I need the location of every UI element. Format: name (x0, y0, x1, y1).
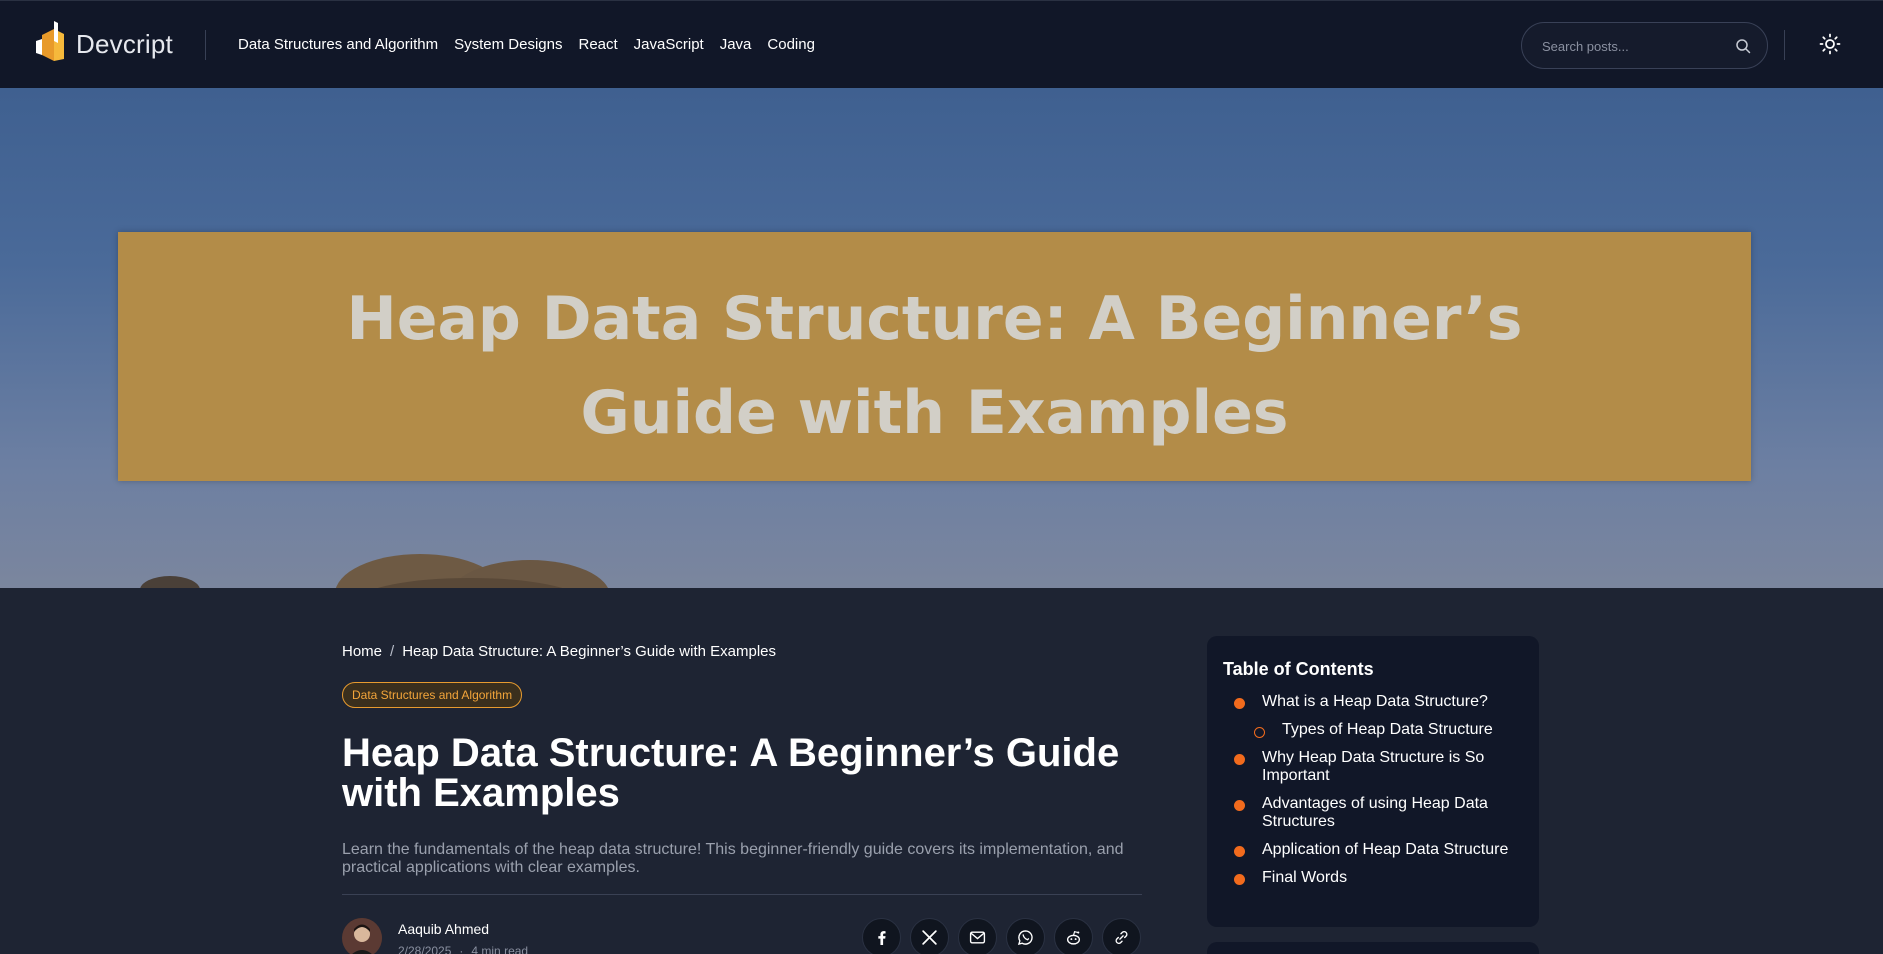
nav-link-javascript[interactable]: JavaScript (634, 36, 704, 53)
toc-list: What is a Heap Data Structure? Types of … (1207, 693, 1539, 897)
share-buttons (862, 918, 1141, 954)
hero-banner: Heap Data Structure: A Beginner’s Guide … (118, 232, 1751, 481)
divider (342, 894, 1142, 895)
mail-icon (969, 931, 986, 944)
breadcrumb-home[interactable]: Home (342, 643, 382, 660)
reddit-icon (1066, 930, 1081, 945)
avatar[interactable] (342, 918, 382, 954)
devcript-logo-icon (36, 21, 64, 61)
toc-item[interactable]: Types of Heap Data Structure (1207, 721, 1539, 739)
hero-banner-title: Heap Data Structure: A Beginner’s Guide … (346, 284, 1523, 448)
search-box (1521, 22, 1768, 69)
author-meta: 2/28/2025 · 4 min read (398, 944, 528, 954)
whatsapp-icon (1017, 930, 1033, 946)
share-link-button[interactable] (1102, 918, 1141, 954)
site-logo[interactable]: Devcript (36, 21, 173, 67)
sidebar-card (1207, 942, 1539, 954)
site-header: Devcript Data Structures and Algorithm S… (0, 0, 1883, 88)
breadcrumb-separator: / (390, 643, 395, 660)
facebook-icon (878, 931, 886, 945)
breadcrumb: Home / Heap Data Structure: A Beginner’s… (342, 643, 776, 660)
toc-item[interactable]: Advantages of using Heap Data Structures (1207, 795, 1539, 831)
toc-title: Table of Contents (1223, 659, 1374, 679)
sun-icon[interactable] (1818, 32, 1842, 56)
table-of-contents: Table of Contents What is a Heap Data St… (1207, 636, 1539, 927)
toc-item[interactable]: Application of Heap Data Structure (1207, 841, 1539, 859)
share-whatsapp-button[interactable] (1006, 918, 1045, 954)
shrub-illustration (140, 554, 608, 588)
nav-link-system-designs[interactable]: System Designs (454, 36, 562, 53)
share-reddit-button[interactable] (1054, 918, 1093, 954)
nav-link-react[interactable]: React (578, 36, 617, 53)
search-icon[interactable] (1735, 38, 1751, 54)
author-name[interactable]: Aaquib Ahmed (398, 921, 489, 937)
toc-item[interactable]: What is a Heap Data Structure? (1207, 693, 1539, 711)
nav-link-java[interactable]: Java (720, 36, 752, 53)
search-input[interactable] (1542, 36, 1722, 56)
logo-text: Devcript (76, 28, 173, 59)
publish-date: 2/28/2025 (398, 944, 452, 954)
read-time: 4 min read (471, 944, 529, 954)
share-mail-button[interactable] (958, 918, 997, 954)
hero-image: Heap Data Structure: A Beginner’s Guide … (0, 88, 1883, 588)
link-icon (1115, 931, 1128, 944)
author-avatar-icon (342, 918, 382, 954)
main-nav: Data Structures and Algorithm System Des… (238, 36, 815, 53)
header-divider (1784, 30, 1785, 60)
article-title: Heap Data Structure: A Beginner’s Guide … (342, 731, 1120, 815)
category-badge[interactable]: Data Structures and Algorithm (342, 682, 523, 708)
share-facebook-button[interactable] (862, 918, 901, 954)
nav-link-dsa[interactable]: Data Structures and Algorithm (238, 36, 438, 53)
share-x-button[interactable] (910, 918, 949, 954)
breadcrumb-current: Heap Data Structure: A Beginner’s Guide … (402, 643, 777, 660)
x-icon (922, 930, 937, 945)
toc-item[interactable]: Why Heap Data Structure is So Important (1207, 749, 1539, 785)
toc-item[interactable]: Final Words (1207, 869, 1539, 887)
article-description: Learn the fundamentals of the heap data … (342, 841, 1124, 876)
header-divider (205, 30, 206, 60)
nav-link-coding[interactable]: Coding (767, 36, 815, 53)
meta-dot: · (459, 944, 464, 954)
